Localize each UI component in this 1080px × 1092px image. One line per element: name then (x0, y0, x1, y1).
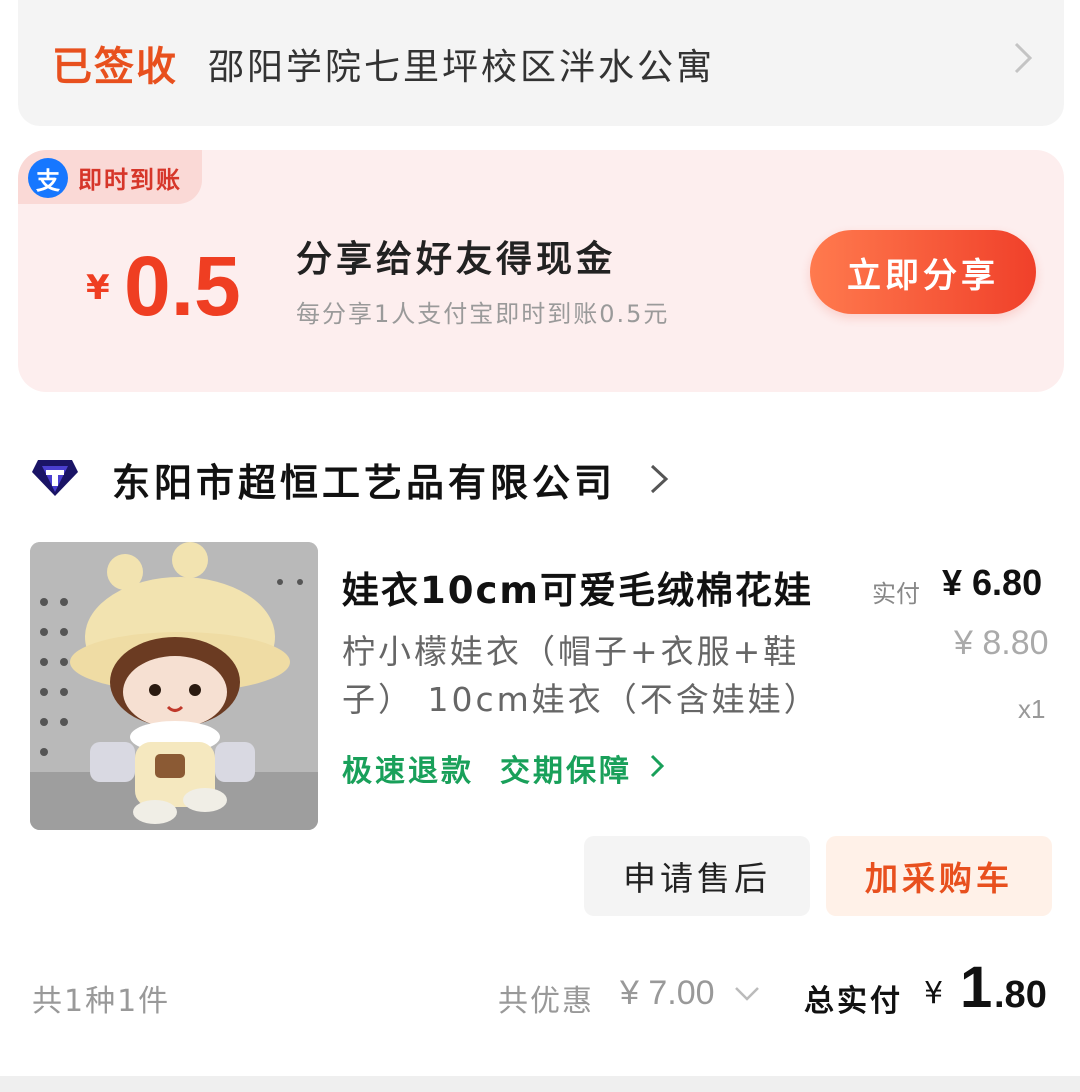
chevron-right-icon[interactable] (646, 462, 672, 496)
shop-badge-icon (32, 460, 78, 496)
cashback-amount: 0.5 (124, 239, 241, 333)
quantity: x1 (1018, 694, 1046, 724)
cashback-currency: ¥ (86, 268, 110, 308)
cashback-title: 分享给好友得现金 (296, 239, 617, 280)
share-now-button[interactable]: 立即分享 (810, 230, 1036, 314)
share-cashback-card: 支 即时到账 ¥ 0.5 分享给好友得现金 每分享1人支付宝即时到账0.5元 立… (18, 150, 1064, 392)
product-spec: 柠小檬娃衣（帽子+衣服+鞋子） 10cm娃衣（不含娃娃） (342, 632, 820, 719)
original-price: ¥ 8.80 (954, 624, 1049, 662)
delivery-address: 邵阳学院七里坪校区泮水公寓 (208, 47, 716, 88)
paid-price: ¥ 6.80 (942, 562, 1043, 603)
order-detail-page: 已签收 邵阳学院七里坪校区泮水公寓 支 即时到账 ¥ 0.5 分享给好友得现金 … (0, 0, 1080, 1092)
service-delivery-guarantee[interactable]: 交期保障 (500, 746, 632, 790)
total-currency: ¥ (924, 976, 944, 1011)
after-sale-button[interactable]: 申请售后 (584, 836, 810, 916)
discount-label[interactable]: 共优惠 (498, 976, 594, 1020)
alipay-icon: 支 (28, 158, 68, 198)
bottom-divider (0, 1076, 1080, 1092)
add-to-cart-button[interactable]: 加采购车 (826, 836, 1052, 916)
paid-price-label: 实付 (872, 580, 920, 608)
product-image[interactable] (30, 542, 318, 830)
total-paid-label: 总实付 (804, 984, 903, 1019)
cashback-subtitle: 每分享1人支付宝即时到账0.5元 (296, 300, 670, 328)
item-count: 共1种1件 (32, 984, 171, 1019)
service-fast-refund[interactable]: 极速退款 (342, 746, 474, 790)
discount-value[interactable]: ¥ 7.00 (620, 974, 715, 1013)
instant-arrival-tag: 支 即时到账 (18, 150, 202, 204)
delivery-status: 已签收 (52, 44, 178, 90)
shop-name[interactable]: 东阳市超恒工艺品有限公司 (112, 452, 616, 507)
chevron-right-icon[interactable] (648, 752, 666, 780)
chevron-down-icon[interactable] (732, 984, 762, 1004)
delivery-address-card[interactable]: 已签收 邵阳学院七里坪校区泮水公寓 (18, 0, 1064, 126)
product-title[interactable]: 娃衣10cm可爱毛绒棉花娃 (342, 560, 813, 614)
instant-arrival-label: 即时到账 (78, 166, 182, 194)
total-decimal: .80 (994, 974, 1047, 1016)
chevron-right-icon (1014, 42, 1033, 74)
total-integer: 1 (960, 955, 993, 1020)
